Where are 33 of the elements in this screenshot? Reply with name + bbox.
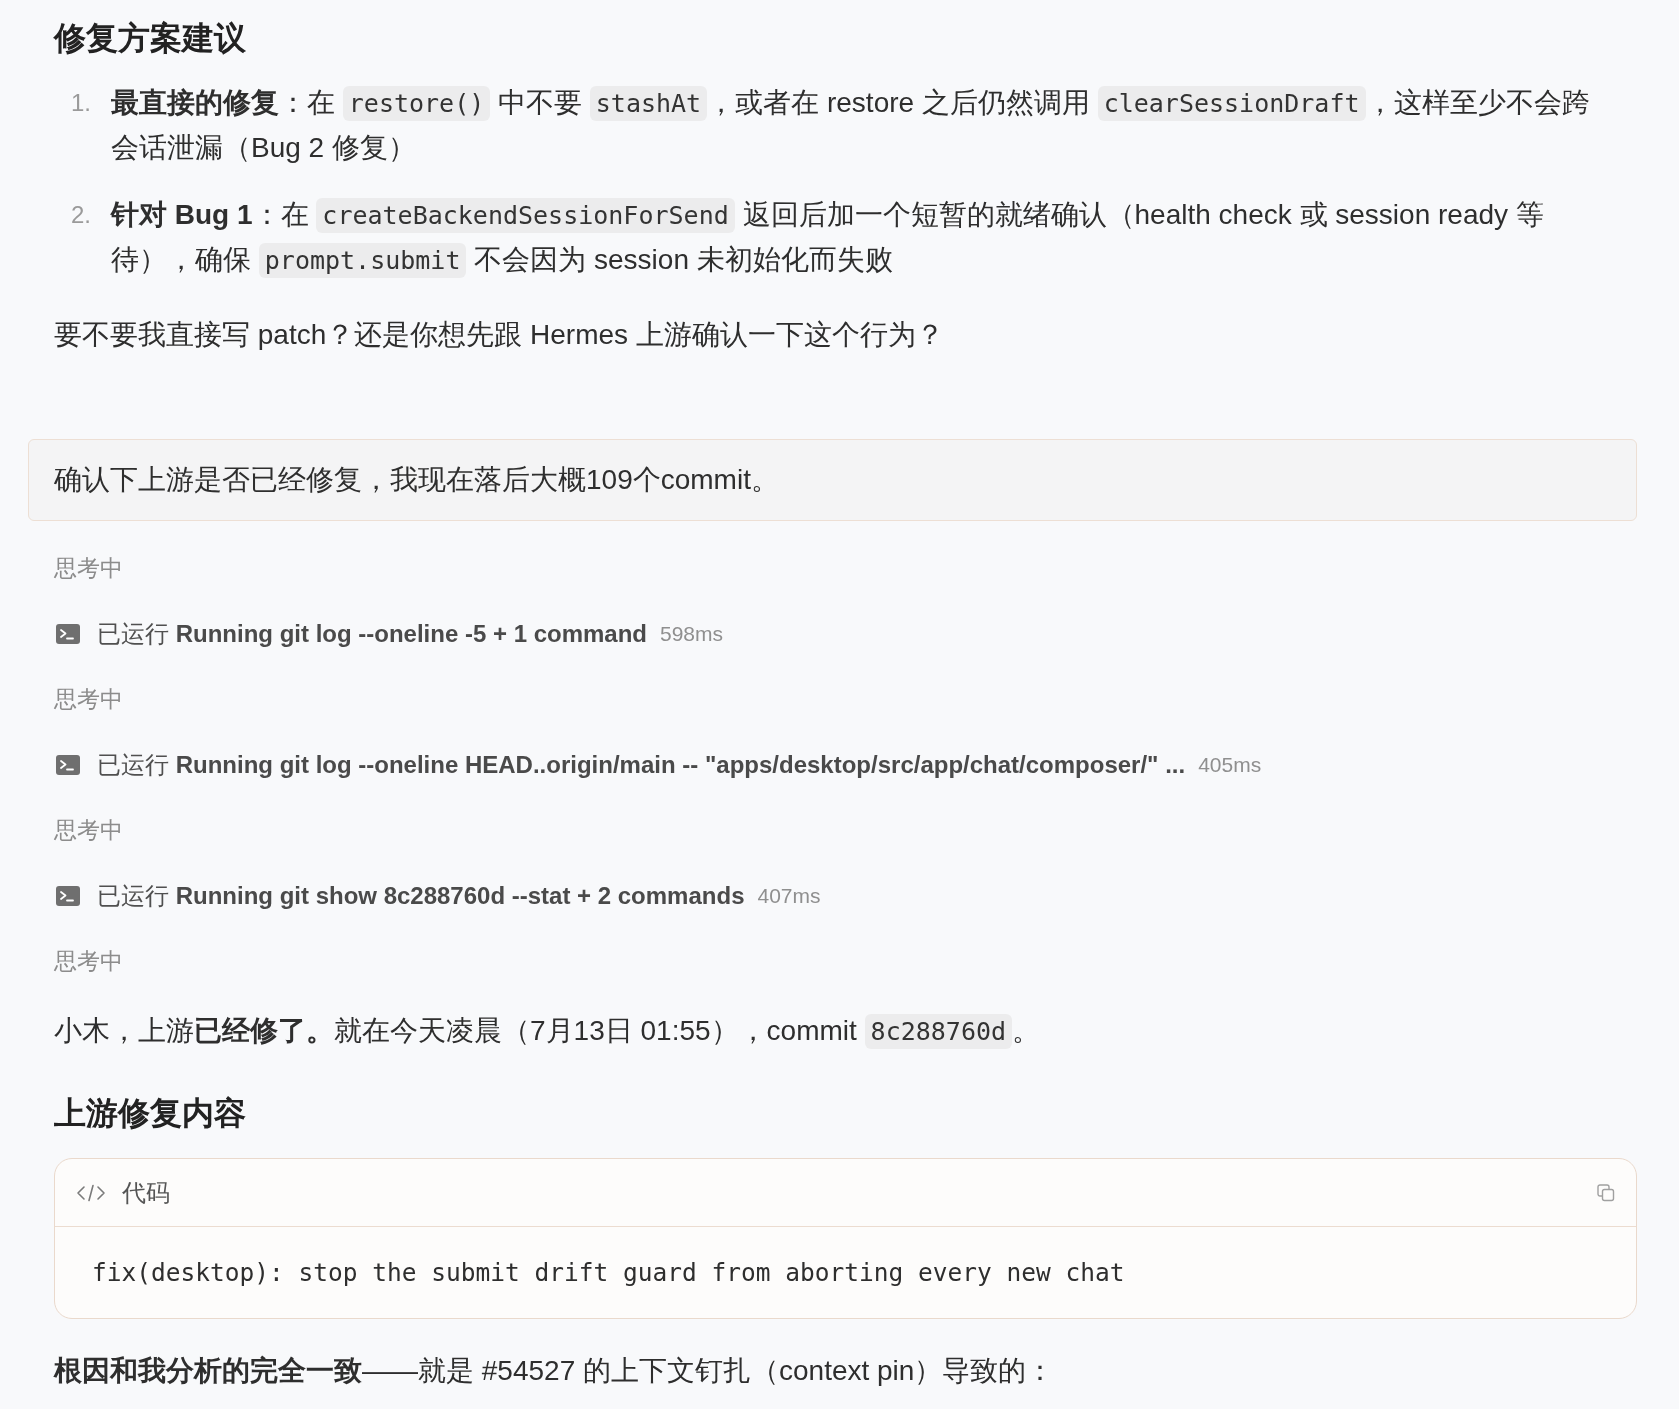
duration-text: 407ms	[757, 884, 821, 908]
code-language-label: 代码	[122, 1177, 170, 1208]
terminal-icon	[56, 755, 80, 775]
tool-call-label[interactable]: 已运行 Running git log --oneline -5 + 1 command	[97, 618, 647, 650]
inline-code: stashAt	[589, 86, 708, 121]
duration-text: 405ms	[1198, 753, 1262, 777]
inline-code: restore()	[342, 86, 491, 121]
message-paragraph: 小木，上游已经修了。就在今天凌晨（7月13日 01:55），commit 8c288760d 。	[54, 1009, 1041, 1054]
code-text: fix(desktop): stop the submit drift guard from aborting every new chat	[92, 1258, 1125, 1287]
copy-icon[interactable]	[1597, 1183, 1615, 1202]
code-icon	[76, 1182, 106, 1203]
message-paragraph: 要不要我直接写 patch？还是你想先跟 Hermes 上游确认一下这个行为？	[54, 318, 944, 352]
tool-call-label[interactable]: 已运行 Running git log --oneline HEAD..origin/main -- "apps/desktop/src/app/chat/composer/" ...	[97, 749, 1186, 781]
inline-code: prompt.submit	[258, 243, 467, 278]
thinking-label: 思考中	[54, 947, 123, 976]
user-message-text: 确认下上游是否已经修复，我现在落后大概109个commit。	[54, 463, 779, 497]
section-heading: 上游修复内容	[54, 1094, 246, 1133]
message-paragraph: 根因和我分析的完全一致——就是 #54527 的上下文钉扎（context pin）导致的：	[54, 1354, 1055, 1388]
list-number: 2.	[70, 200, 92, 230]
inline-code: clearSessionDraft	[1097, 86, 1366, 121]
terminal-icon	[56, 624, 80, 644]
thinking-label: 思考中	[54, 816, 123, 845]
duration-text: 598ms	[660, 622, 724, 646]
list-item-text: 针对 Bug 1：在 createBackendSessionForSend 返回后加一个短暂的就绪确认（health check 或 session ready 等待），确保 prompt.submit 不会因为 session 未初始化而失败	[111, 193, 1615, 283]
list-number: 1.	[70, 88, 92, 118]
thinking-label: 思考中	[54, 554, 123, 583]
list-item-text: 最直接的修复：在 restore() 中不要 stashAt ，或者在 restore 之后仍然调用 clearSessionDraft ，这样至少不会跨会话泄漏（Bug 2 修复）	[111, 85, 1591, 165]
thinking-label: 思考中	[54, 685, 123, 714]
inline-code: 8c288760d	[864, 1014, 1013, 1049]
terminal-icon	[56, 886, 80, 906]
section-heading: 修复方案建议	[54, 19, 246, 58]
tool-call-label[interactable]: 已运行 Running git show 8c288760d --stat + 2 commands	[97, 880, 745, 912]
inline-code: createBackendSessionForSend	[316, 198, 735, 233]
